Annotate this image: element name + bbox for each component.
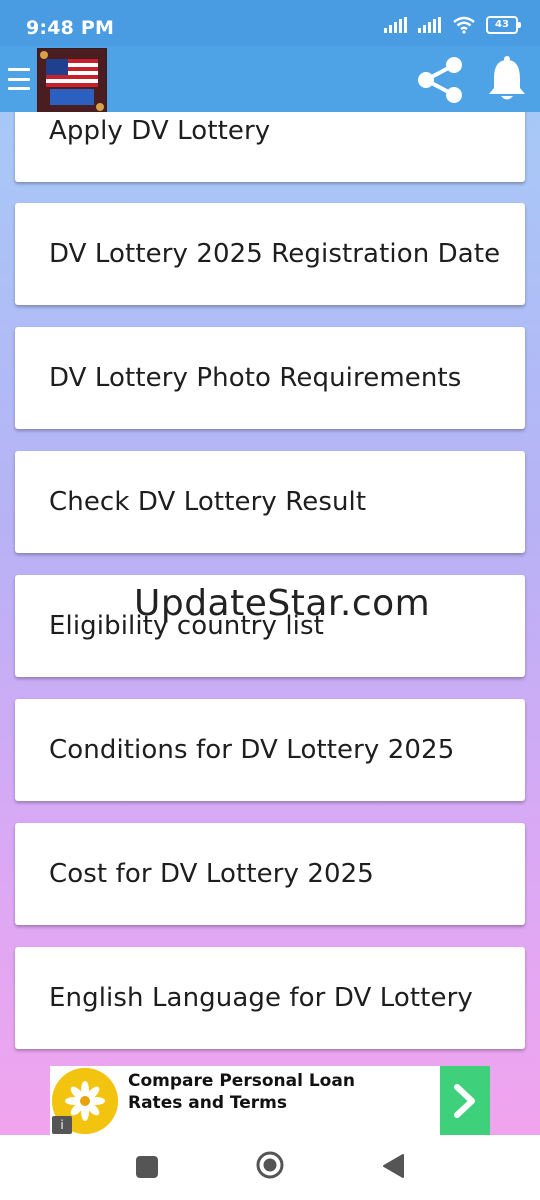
menu-item-english-language[interactable]: English Language for DV Lottery <box>15 947 525 1049</box>
menu-item-conditions[interactable]: Conditions for DV Lottery 2025 <box>15 699 525 801</box>
menu-item-label: Check DV Lottery Result <box>49 487 367 517</box>
notification-bell-icon[interactable] <box>486 55 528 103</box>
app-logo <box>37 48 107 114</box>
status-icons: 43 <box>384 16 521 34</box>
menu-item-label: DV Lottery Photo Requirements <box>49 363 462 393</box>
home-button[interactable] <box>256 1151 284 1179</box>
chevron-right-icon <box>454 1083 475 1118</box>
menu-item-label: Eligibility country list <box>49 611 324 641</box>
wifi-icon <box>453 16 475 34</box>
menu-item-registration-date[interactable]: DV Lottery 2025 Registration Date <box>15 203 525 305</box>
menu-item-label: Conditions for DV Lottery 2025 <box>49 735 455 765</box>
signal-icon-2 <box>418 17 441 33</box>
menu-item-photo-requirements[interactable]: DV Lottery Photo Requirements <box>15 327 525 429</box>
ad-text[interactable]: Compare Personal Loan Rates and Terms <box>128 1070 408 1114</box>
back-button[interactable] <box>381 1153 405 1179</box>
battery-icon: 43 <box>486 16 521 34</box>
share-icon[interactable] <box>414 55 466 105</box>
menu-item-label: DV Lottery 2025 Registration Date <box>49 239 501 269</box>
menu-item-eligibility-country-list[interactable]: Eligibility country list <box>15 575 525 677</box>
menu-item-label: English Language for DV Lottery <box>49 983 473 1013</box>
menu-list: Apply DV Lottery DV Lottery 2025 Registr… <box>0 112 540 1135</box>
signal-icon <box>384 17 407 33</box>
status-time: 9:48 PM <box>26 17 115 39</box>
recents-button[interactable] <box>136 1156 158 1178</box>
menu-item-apply-dv-lottery[interactable]: Apply DV Lottery <box>15 112 525 182</box>
status-bar: 9:48 PM 43 <box>0 0 540 46</box>
menu-icon[interactable] <box>8 68 30 90</box>
menu-item-cost[interactable]: Cost for DV Lottery 2025 <box>15 823 525 925</box>
ad-arrow-button[interactable] <box>440 1066 490 1135</box>
flag-logo-icon <box>38 49 106 113</box>
ad-banner[interactable]: i Compare Personal Loan Rates and Terms <box>50 1066 490 1135</box>
ad-info-icon[interactable]: i <box>52 1116 72 1134</box>
menu-item-label: Apply DV Lottery <box>49 116 271 146</box>
menu-item-label: Cost for DV Lottery 2025 <box>49 859 374 889</box>
menu-item-check-result[interactable]: Check DV Lottery Result <box>15 451 525 553</box>
